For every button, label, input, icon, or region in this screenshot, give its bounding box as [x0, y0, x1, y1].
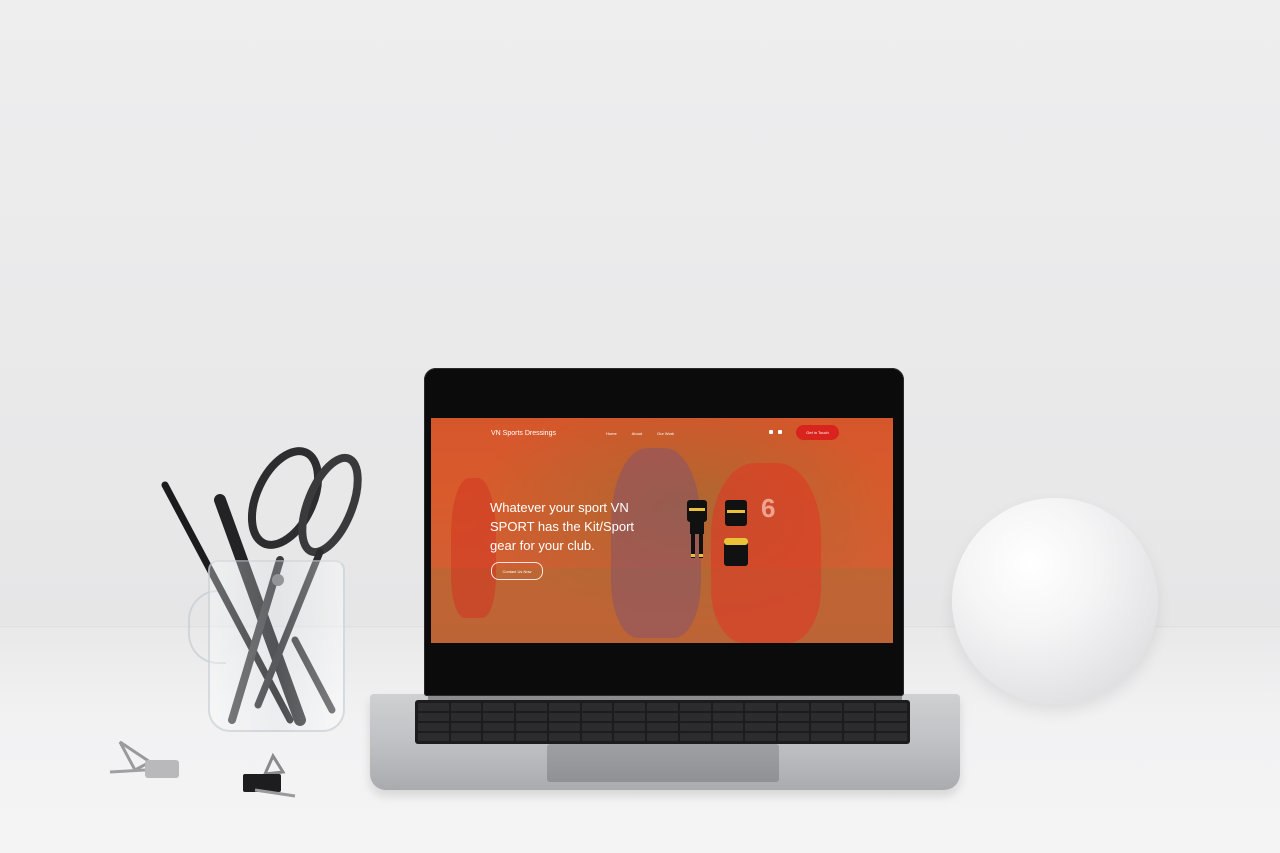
site-logo[interactable]: VN Sports Dressings — [491, 430, 556, 437]
glass-pen-cup — [208, 560, 345, 732]
laptop-screen-website: 6 VN Sports Dressings Home About Our Wor… — [431, 418, 893, 643]
hero-line-2: SPORT has the Kit/Sport — [490, 519, 635, 534]
instagram-icon[interactable] — [778, 430, 782, 434]
laptop-keyboard — [415, 700, 910, 744]
kit-3 — [724, 538, 748, 566]
hero-headline: Whatever your sport VN SPORT has the Kit… — [490, 498, 650, 555]
contact-us-button[interactable]: Contact Us Now — [491, 562, 543, 580]
binder-clip-right — [243, 752, 296, 798]
social-icons — [769, 430, 782, 434]
facebook-icon[interactable] — [769, 430, 773, 434]
kit-1 — [687, 500, 707, 558]
hero-line-1: Whatever your sport VN — [490, 500, 629, 515]
laptop-trackpad — [547, 744, 779, 782]
binder-clip-left — [109, 740, 179, 778]
hero-line-3: gear for your club. — [490, 538, 595, 553]
kit-images — [687, 500, 748, 566]
site-nav: Home About Our Work — [606, 431, 674, 436]
nav-about[interactable]: About — [632, 431, 642, 436]
nav-our-work[interactable]: Our Work — [657, 431, 674, 436]
get-in-touch-button[interactable]: Get in Touch — [796, 425, 839, 440]
kit-2 — [725, 500, 747, 526]
sphere-lamp — [952, 498, 1158, 704]
nav-home[interactable]: Home — [606, 431, 617, 436]
